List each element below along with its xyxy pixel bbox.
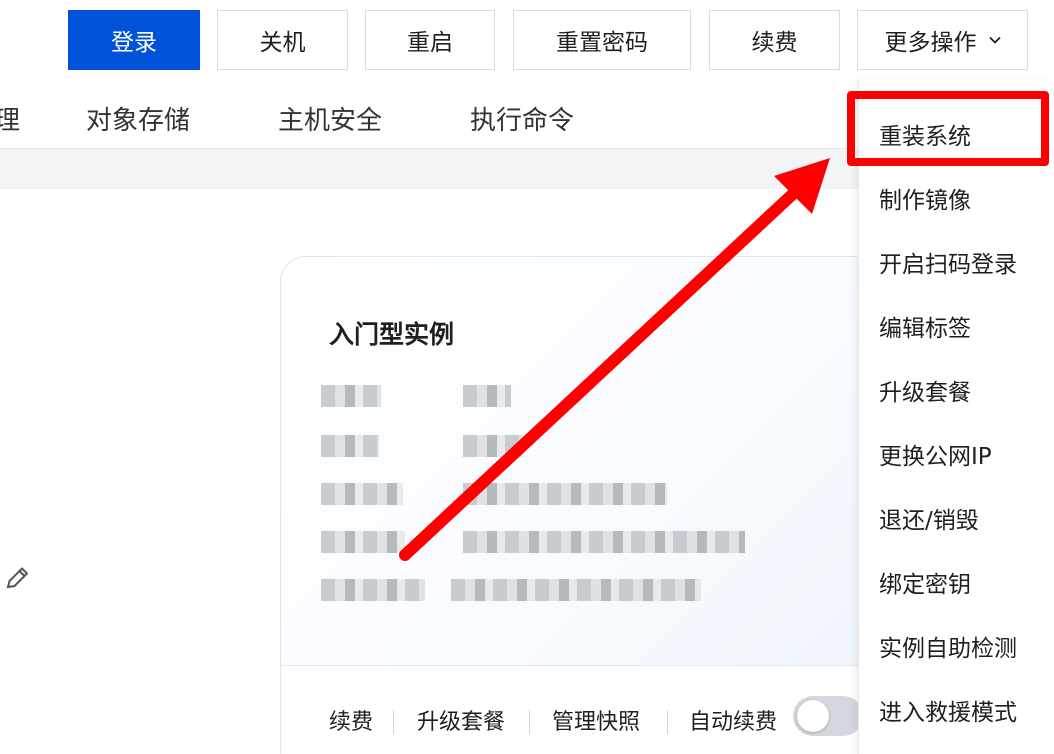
- auto-renew-label: 自动续费: [689, 710, 778, 735]
- footer-divider: [393, 710, 394, 734]
- card-title: 入门型实例: [329, 320, 455, 349]
- tab-execute-command[interactable]: 执行命令: [470, 100, 574, 137]
- menu-item-upgrade-plan[interactable]: 升级套餐: [879, 373, 971, 407]
- menu-item-rescue-mode[interactable]: 进入救援模式: [879, 693, 1017, 727]
- menu-item-enable-qr-login[interactable]: 开启扫码登录: [879, 245, 1017, 279]
- pencil-icon[interactable]: [3, 563, 33, 593]
- shutdown-button-label: 关机: [259, 30, 306, 56]
- upgrade-plan-link[interactable]: 升级套餐: [417, 704, 505, 736]
- blurred-label: [321, 531, 405, 553]
- footer-divider: [529, 710, 530, 734]
- tab-host-security[interactable]: 主机安全: [278, 100, 382, 137]
- menu-item-return-destroy[interactable]: 退还/销毁: [879, 501, 979, 535]
- more-actions-button[interactable]: 更多操作: [857, 10, 1028, 70]
- renew-button[interactable]: 续费: [709, 10, 840, 70]
- blurred-value: [463, 385, 511, 407]
- menu-item-change-public-ip[interactable]: 更换公网IP: [879, 437, 992, 471]
- menu-item-create-image[interactable]: 制作镜像: [879, 181, 971, 215]
- more-actions-menu: 重装系统 制作镜像 开启扫码登录 编辑标签 升级套餐 更换公网IP 退还/销毁 …: [858, 80, 1054, 754]
- blurred-label: [321, 385, 381, 407]
- restart-button-label: 重启: [407, 30, 453, 56]
- instance-card: 入门型实例 续费 升级套餐 管理快照 自动续费: [280, 256, 900, 754]
- reset-password-button[interactable]: 重置密码: [513, 10, 691, 70]
- menu-item-self-check[interactable]: 实例自助检测: [879, 629, 1017, 663]
- login-button-label: 登录: [111, 30, 157, 56]
- blurred-label: [321, 579, 425, 601]
- shutdown-button[interactable]: 关机: [217, 10, 348, 70]
- section-band: [0, 149, 858, 189]
- annotation-highlight-box: [847, 91, 1049, 166]
- blurred-value: [463, 483, 667, 505]
- menu-item-bind-key[interactable]: 绑定密钥: [879, 565, 971, 599]
- menu-item-edit-tags[interactable]: 编辑标签: [879, 309, 971, 343]
- blurred-label: [321, 435, 379, 457]
- app-screen: 登录 关机 重启 重置密码 续费 更多操作 理 对象存储 主机安全 执行命令 入…: [0, 0, 1054, 754]
- tab-execute-command-label: 执行命令: [470, 106, 575, 136]
- manage-snapshots-link[interactable]: 管理快照: [552, 704, 640, 736]
- blurred-label: [321, 483, 403, 505]
- tab-object-storage-label: 对象存储: [86, 106, 191, 136]
- chevron-down-icon: [988, 36, 1001, 44]
- blurred-value: [463, 531, 745, 553]
- blurred-value: [463, 435, 523, 457]
- blurred-value: [451, 579, 701, 601]
- more-actions-button-label: 更多操作: [884, 30, 977, 56]
- auto-renew-toggle[interactable]: [793, 696, 863, 736]
- tab-partial[interactable]: 理: [0, 100, 20, 137]
- renew-link[interactable]: 续费: [329, 704, 373, 736]
- footer-divider: [667, 710, 668, 734]
- renew-button-label: 续费: [751, 30, 798, 56]
- card-footer: 续费 升级套餐 管理快照 自动续费: [281, 665, 899, 754]
- restart-button[interactable]: 重启: [365, 10, 495, 70]
- reset-password-button-label: 重置密码: [556, 30, 648, 56]
- tab-partial-label: 理: [0, 106, 21, 136]
- login-button[interactable]: 登录: [68, 10, 200, 70]
- toggle-knob: [797, 700, 829, 732]
- tab-object-storage[interactable]: 对象存储: [86, 100, 190, 137]
- tab-host-security-label: 主机安全: [278, 106, 383, 136]
